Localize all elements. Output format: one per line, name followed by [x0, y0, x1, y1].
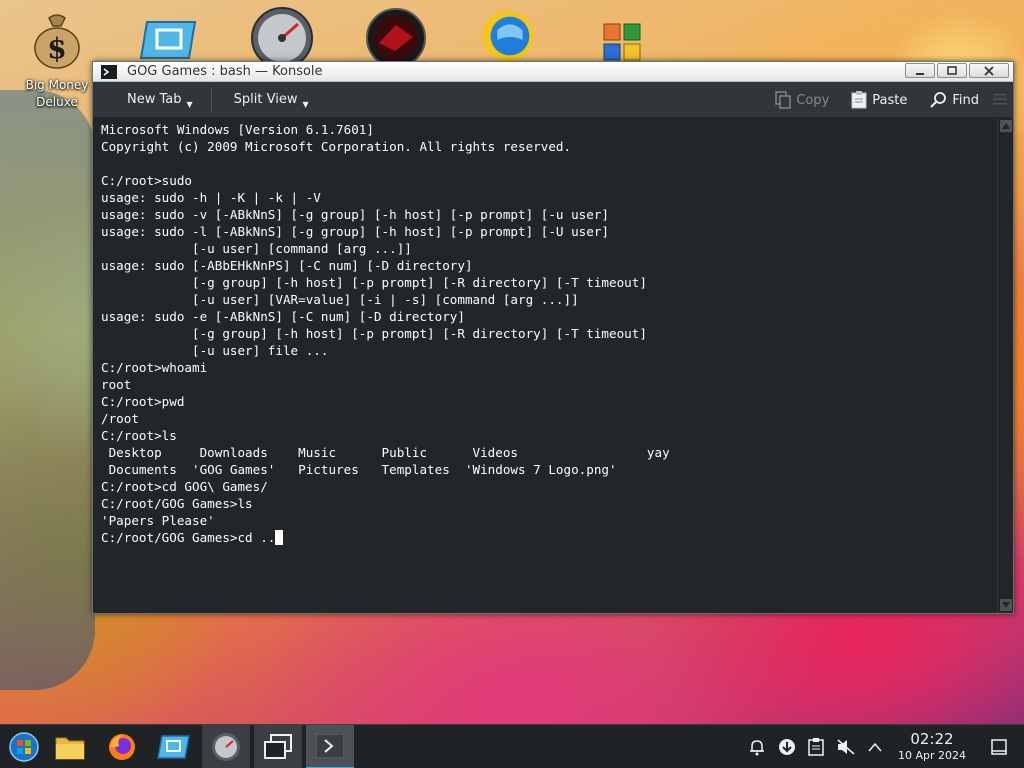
split-view-button[interactable]: Split View ▼: [230, 86, 313, 114]
volume-muted-icon[interactable]: [833, 725, 859, 768]
clock-date: 10 Apr 2024: [897, 749, 966, 762]
terminal-line: C:/root>pwd: [101, 394, 185, 409]
terminal-line: [-g group] [-h host] [-p prompt] [-R dir…: [101, 326, 647, 341]
terminal-prompt-line[interactable]: C:/root/GOG Games>cd ..: [101, 529, 1005, 546]
close-icon: [984, 65, 994, 76]
find-button[interactable]: Find: [925, 86, 983, 114]
taskbar: 02:22 10 Apr 2024: [0, 724, 1024, 768]
terminal-line: /root: [101, 411, 139, 426]
close-button[interactable]: [969, 63, 1009, 78]
terminal-line: root: [101, 377, 132, 392]
text-cursor: [275, 530, 284, 545]
terminal-line: Desktop Downloads Music Public Videos ya…: [101, 445, 670, 460]
start-menu-icon[interactable]: [0, 725, 48, 768]
terminal-line: [-u user] [VAR=value] [-i | -s] [command…: [101, 292, 579, 307]
terminal-line: C:/root>sudo: [101, 173, 192, 188]
terminal-line: C:/root/GOG Games>ls: [101, 496, 253, 511]
gauge-icon[interactable]: [202, 725, 250, 768]
konsole-icon: [101, 64, 117, 79]
search-icon: [930, 92, 947, 108]
clipboard-icon[interactable]: [803, 725, 829, 768]
terminal-line: Copyright (c) 2009 Microsoft Corporation…: [101, 139, 572, 154]
hamburger-menu-icon[interactable]: [993, 93, 1007, 105]
red-game-icon[interactable]: [364, 8, 428, 68]
copy-button[interactable]: Copy: [771, 86, 833, 114]
terminal-line: [-u user] file ...: [101, 343, 329, 358]
clock[interactable]: 02:22 10 Apr 2024: [890, 731, 974, 763]
copy-label: Copy: [796, 92, 830, 108]
terminal-line: C:/root>ls: [101, 428, 177, 443]
updates-icon[interactable]: [774, 725, 800, 768]
split-view-label: Split View: [233, 92, 298, 107]
terminal-line: Microsoft Windows [Version 6.1.7601]: [101, 122, 374, 137]
terminal-line: C:/root>whoami: [101, 360, 208, 375]
tray-expand-icon[interactable]: [862, 725, 888, 768]
chevron-down-icon: ▼: [302, 99, 309, 109]
show-desktop-icon[interactable]: [986, 725, 1012, 768]
terminal-line: 'Papers Please': [101, 513, 215, 528]
konsole-window: GOG Games : bash — Konsole New Tab ▼ Spl…: [92, 61, 1014, 614]
chevron-up-icon: [1002, 123, 1010, 129]
scroll-up-arrow[interactable]: [1000, 120, 1012, 132]
terminal-line: usage: sudo -l [-ABkNnS] [-g group] [-h …: [101, 224, 609, 239]
toolbar: New Tab ▼ Split View ▼ Copy Paste Find: [93, 82, 1013, 118]
svg-text:$: $: [47, 32, 66, 65]
terminal-line: Documents 'GOG Games' Pictures Templates…: [101, 462, 617, 477]
terminal-line: [-u user] [command [arg ...]]: [101, 241, 412, 256]
paste-icon: [851, 91, 867, 109]
copy-icon: [775, 91, 791, 109]
terminal-line: usage: sudo -h | -K | -k | -V: [101, 190, 321, 205]
wallpaper-decoration: [0, 90, 95, 690]
paste-label: Paste: [872, 92, 908, 108]
vertical-scrollbar[interactable]: [997, 118, 1013, 613]
desktop-icon-label[interactable]: Big Money Deluxe: [20, 77, 94, 111]
chevron-down-icon: ▼: [186, 99, 193, 109]
title-bar[interactable]: GOG Games : bash — Konsole: [93, 62, 1013, 82]
display-icon[interactable]: [150, 725, 198, 768]
gauge-icon[interactable]: [250, 7, 314, 69]
konsole-icon[interactable]: [306, 725, 354, 768]
terminal-line: usage: sudo -e [-ABkNnS] [-C num] [-D di…: [101, 309, 465, 324]
paste-button[interactable]: Paste: [847, 86, 911, 114]
terminal-line: [-g group] [-h host] [-p prompt] [-R dir…: [101, 275, 647, 290]
terminal-line: usage: sudo -v [-ABkNnS] [-g group] [-h …: [101, 207, 609, 222]
file-manager-icon[interactable]: [46, 725, 94, 768]
toolbar-separator: [210, 86, 212, 113]
find-label: Find: [952, 92, 979, 108]
window-title: GOG Games : bash — Konsole: [127, 64, 323, 79]
terminal-output[interactable]: Microsoft Windows [Version 6.1.7601] Copy…: [93, 118, 1005, 613]
maximize-button[interactable]: [937, 63, 967, 78]
terminal-line: C:/root>cd GOG\ Games/: [101, 479, 268, 494]
scroll-down-arrow[interactable]: [1000, 599, 1012, 611]
terminal-line: usage: sudo [-ABbEHkNnPS] [-C num] [-D d…: [101, 258, 473, 273]
maximize-icon: [947, 65, 957, 75]
new-tab-label: New Tab: [127, 92, 182, 107]
minimize-icon: [916, 72, 924, 75]
money-bag-icon[interactable]: $: [25, 10, 89, 70]
clock-time: 02:22: [910, 730, 954, 748]
task-switcher-icon[interactable]: [254, 725, 302, 768]
prompt-text: C:/root/GOG Games>cd ..: [101, 530, 276, 545]
minimize-button[interactable]: [905, 63, 935, 78]
new-tab-button[interactable]: New Tab ▼: [123, 86, 197, 114]
chevron-down-icon: [1002, 602, 1010, 608]
firefox-icon[interactable]: [98, 725, 146, 768]
notifications-icon[interactable]: [744, 725, 770, 768]
windows-globe-icon[interactable]: [476, 6, 540, 66]
